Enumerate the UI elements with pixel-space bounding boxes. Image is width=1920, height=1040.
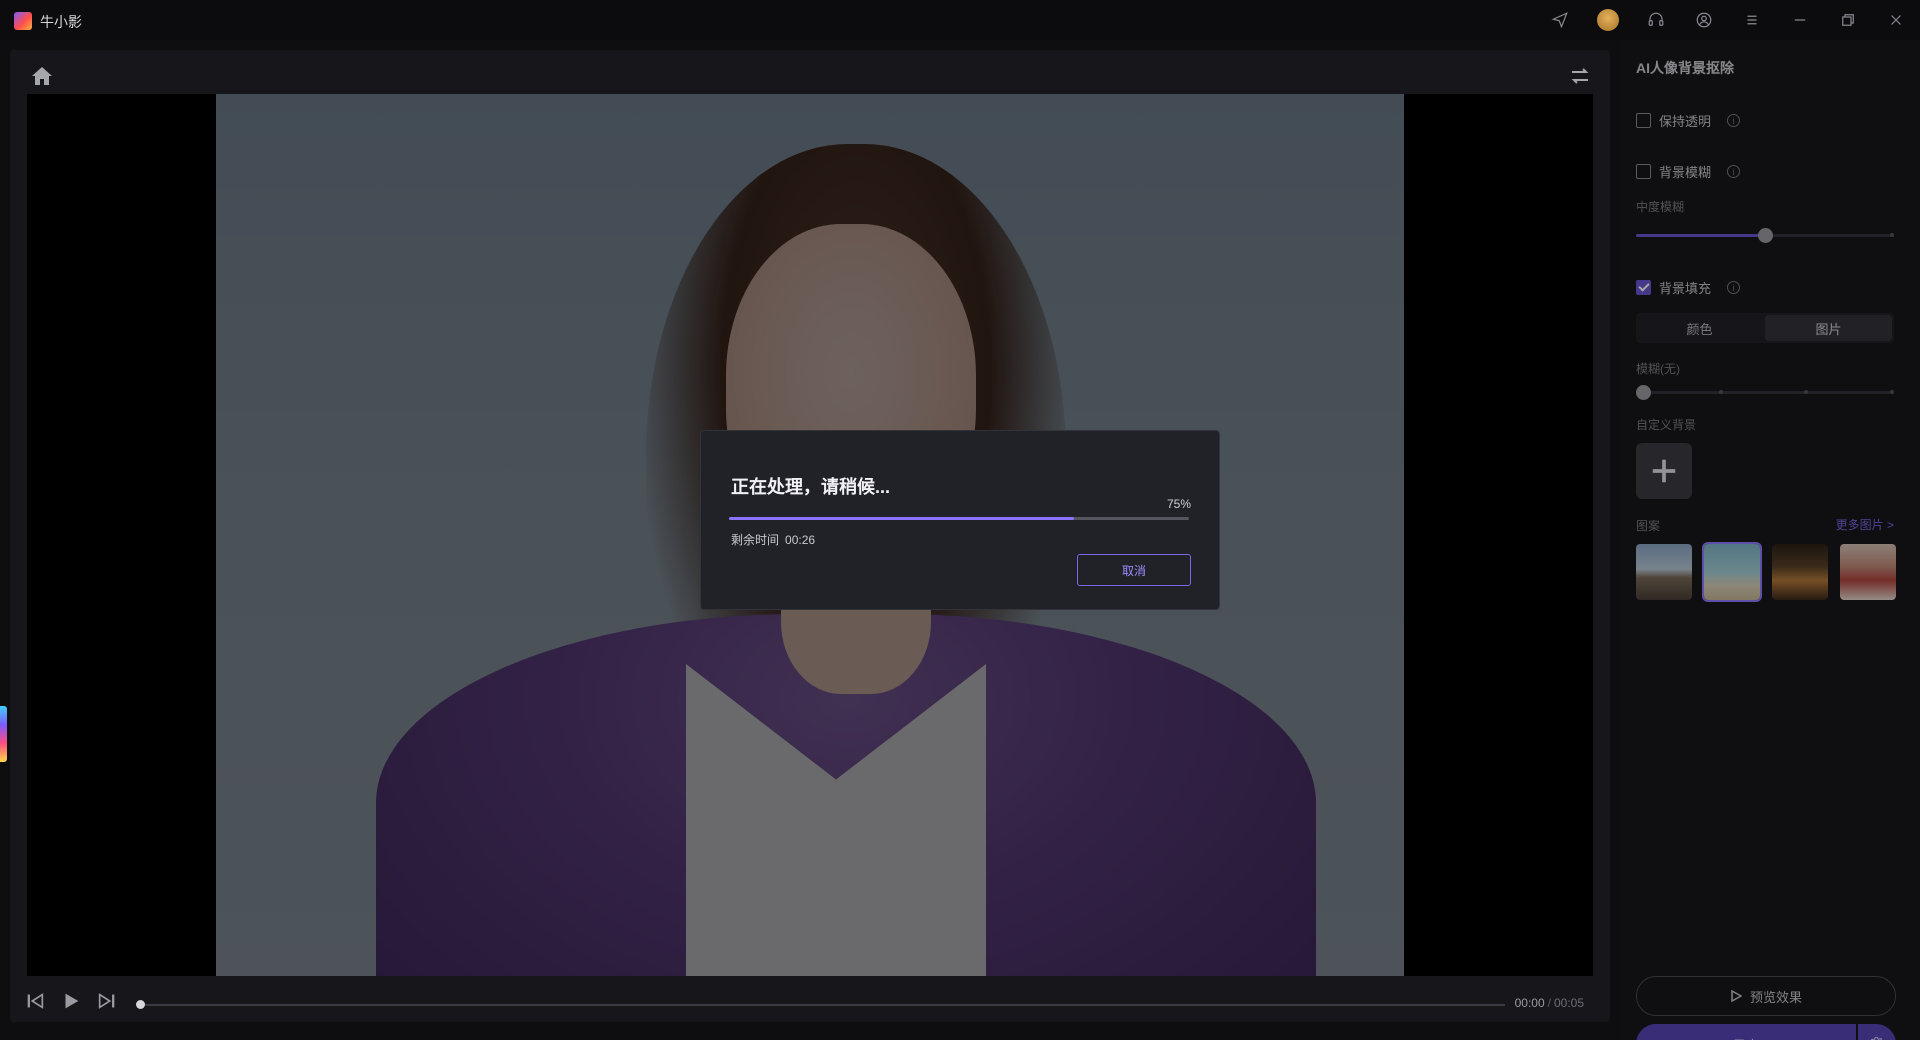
menu-icon[interactable] <box>1728 0 1776 40</box>
panel-dim-overlay <box>1620 40 1920 1040</box>
user-vip-icon[interactable] <box>1680 0 1728 40</box>
total-time: 00:05 <box>1553 996 1584 1010</box>
headset-icon[interactable] <box>1632 0 1680 40</box>
restore-icon[interactable] <box>1824 0 1872 40</box>
time-display: 00:00/00:05 <box>1515 996 1584 1010</box>
avatar[interactable] <box>1584 0 1632 40</box>
playback-bar: 00:00/00:05 <box>10 982 1610 1022</box>
side-drawer-handle[interactable] <box>0 706 7 762</box>
step-back-icon[interactable] <box>24 990 48 1014</box>
avatar-image <box>1597 9 1619 31</box>
progress-fill <box>729 517 1074 520</box>
remaining-label: 剩余时间 <box>731 533 780 547</box>
time-separator: / <box>1547 996 1551 1010</box>
cancel-button[interactable]: 取消 <box>1077 554 1191 586</box>
processing-dialog: 正在处理，请稍候... 75% 剩余时间 00:26 取消 <box>700 430 1220 610</box>
remaining-time: 剩余时间 00:26 <box>731 531 815 548</box>
play-icon[interactable] <box>60 990 84 1014</box>
progress-track <box>729 517 1189 520</box>
title-bar-icons <box>1536 0 1920 40</box>
step-forward-icon[interactable] <box>96 990 120 1014</box>
right-panel: AI人像背景抠除 保持透明 i 背景模糊 i 中度模糊 背景填充 i 颜色 图片… <box>1620 40 1920 1040</box>
playhead[interactable] <box>136 1000 145 1009</box>
progress-percent: 75% <box>1166 497 1191 511</box>
close-icon[interactable] <box>1872 0 1920 40</box>
app-logo <box>14 12 32 30</box>
swap-icon[interactable] <box>1568 64 1592 88</box>
minimize-icon[interactable] <box>1776 0 1824 40</box>
title-bar: 牛小影 <box>0 0 1920 40</box>
send-icon[interactable] <box>1536 0 1584 40</box>
current-time: 00:00 <box>1514 996 1545 1010</box>
home-icon[interactable] <box>30 64 54 88</box>
remaining-value: 00:26 <box>785 533 816 547</box>
app-name: 牛小影 <box>40 14 82 30</box>
timeline-track[interactable] <box>136 1000 1505 1009</box>
dialog-title: 正在处理，请稍候... <box>731 477 891 497</box>
